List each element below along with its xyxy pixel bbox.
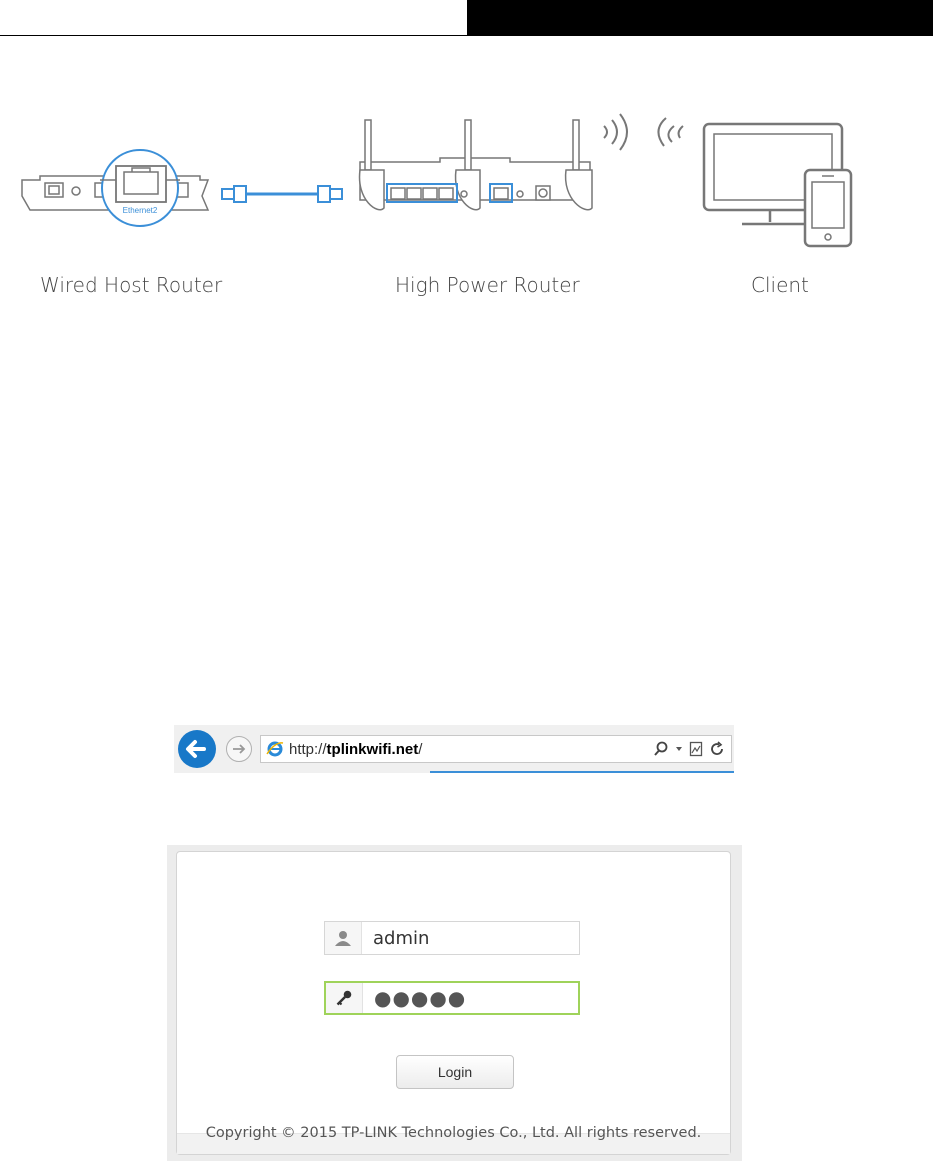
copyright-text: Copyright © 2015 TP-LINK Technologies Co… bbox=[205, 1125, 702, 1141]
key-icon bbox=[326, 983, 363, 1013]
header-rule bbox=[0, 35, 468, 36]
login-panel: admin ●●●●● Login Copyright © 2015 TP-LI… bbox=[176, 851, 731, 1155]
back-arrow-icon bbox=[186, 740, 206, 758]
url-suffix: / bbox=[418, 741, 423, 758]
browser-address-bar: http://tplinkwifi.net/ bbox=[174, 725, 734, 773]
url-prefix: http:// bbox=[289, 741, 327, 758]
refresh-icon[interactable] bbox=[709, 741, 725, 757]
network-topology-diagram: Ethernet2 bbox=[21, 113, 853, 248]
high-power-router-icon bbox=[358, 119, 593, 211]
password-field[interactable]: ●●●●● bbox=[324, 981, 580, 1015]
ethernet-cable-icon bbox=[221, 185, 343, 203]
password-value: ●●●●● bbox=[374, 986, 467, 1010]
high-power-router-label: High Power Router bbox=[395, 273, 580, 297]
url-host: tplinkwifi.net bbox=[326, 741, 419, 758]
login-button[interactable]: Login bbox=[396, 1055, 514, 1089]
wired-host-router-label: Wired Host Router bbox=[40, 273, 223, 297]
forward-button[interactable] bbox=[226, 736, 252, 762]
internet-explorer-icon bbox=[266, 741, 284, 757]
page-load-progress bbox=[430, 771, 734, 773]
ethernet2-port-label: Ethernet2 bbox=[123, 206, 158, 215]
wifi-signal-icon bbox=[603, 113, 628, 151]
back-button[interactable] bbox=[178, 730, 216, 768]
client-label: Client bbox=[751, 273, 809, 297]
search-icon[interactable] bbox=[653, 741, 669, 757]
username-field[interactable]: admin bbox=[324, 921, 580, 955]
compatibility-view-icon[interactable] bbox=[689, 741, 703, 757]
address-bar-tools bbox=[653, 739, 725, 759]
client-phone-icon bbox=[803, 168, 853, 248]
url-field[interactable]: http://tplinkwifi.net/ bbox=[260, 735, 732, 763]
url-text: http://tplinkwifi.net/ bbox=[289, 741, 422, 758]
user-icon bbox=[325, 922, 362, 954]
dropdown-arrow-icon[interactable] bbox=[675, 745, 683, 753]
username-value: admin bbox=[373, 928, 430, 949]
header-bar bbox=[467, 0, 933, 36]
login-screen: admin ●●●●● Login Copyright © 2015 TP-LI… bbox=[167, 845, 742, 1161]
forward-arrow-icon bbox=[233, 744, 246, 754]
client-wifi-icon bbox=[657, 117, 684, 147]
